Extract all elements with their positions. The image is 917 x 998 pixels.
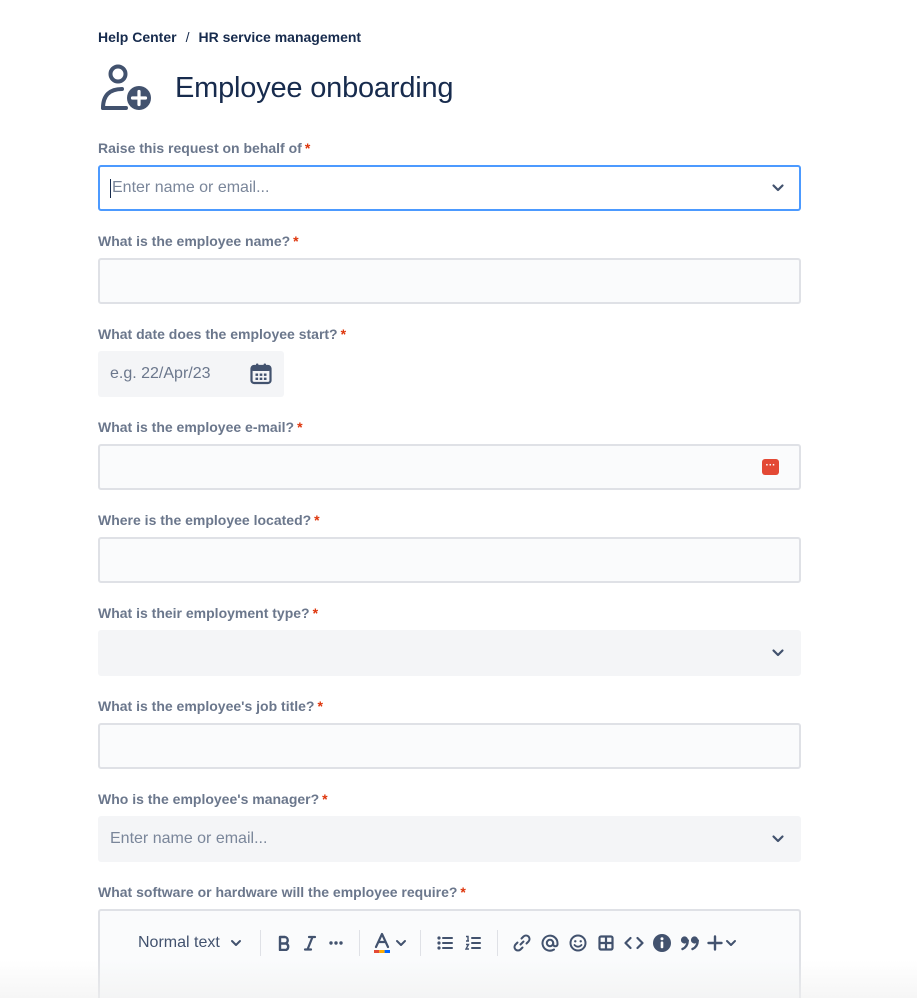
- breadcrumb-hr-service-management[interactable]: HR service management: [198, 29, 361, 45]
- breadcrumb-separator: /: [185, 29, 190, 45]
- bullet-list-icon: [437, 936, 453, 950]
- insert-more-button[interactable]: [704, 929, 740, 957]
- required-marker: *: [314, 512, 320, 528]
- required-marker: *: [317, 698, 323, 714]
- code-snippet-button[interactable]: [620, 929, 648, 957]
- manager-select[interactable]: Enter name or email...: [98, 816, 801, 862]
- label-text: Raise this request on behalf of: [98, 140, 302, 156]
- job-title-input[interactable]: [98, 723, 801, 769]
- italic-icon: [303, 935, 316, 951]
- label-text: What is the employee's job title?: [98, 698, 315, 714]
- calendar-icon[interactable]: [250, 363, 272, 385]
- toolbar-divider: [419, 930, 421, 956]
- required-marker: *: [304, 140, 311, 156]
- page-title: Employee onboarding: [175, 71, 454, 104]
- bullet-list-button[interactable]: [431, 929, 459, 957]
- emoji-button[interactable]: [564, 929, 592, 957]
- code-icon: [624, 936, 644, 950]
- employment-type-select[interactable]: [98, 630, 801, 676]
- field-label: What is the employee e-mail? *: [98, 418, 801, 436]
- bold-icon: [278, 935, 290, 951]
- chevron-down-icon: [725, 940, 736, 946]
- on-behalf-of-select[interactable]: Enter name or email...: [98, 165, 801, 211]
- field-software-hardware: What software or hardware will the emplo…: [98, 883, 801, 998]
- field-label: What is their employment type? *: [98, 604, 801, 622]
- label-text: What is the employee e-mail?: [98, 419, 295, 435]
- employee-location-input[interactable]: [98, 537, 801, 583]
- plus-icon: [707, 935, 723, 951]
- text-color-icon: [373, 932, 390, 953]
- employee-email-input[interactable]: ···: [98, 444, 801, 490]
- field-label: Who is the employee's manager? *: [98, 790, 801, 808]
- field-label: What date does the employee start? *: [98, 325, 801, 343]
- text-style-dropdown[interactable]: Normal text: [138, 934, 242, 952]
- field-employee-name: What is the employee name? *: [98, 232, 801, 304]
- text-caret: [110, 178, 111, 198]
- toolbar-divider: [496, 930, 498, 956]
- label-text: What is the employee name?: [98, 233, 291, 249]
- table-button[interactable]: [592, 929, 620, 957]
- required-marker: *: [322, 791, 328, 807]
- field-label: What software or hardware will the emplo…: [98, 883, 801, 901]
- mention-button[interactable]: [536, 929, 564, 957]
- more-icon: [329, 941, 343, 945]
- chevron-down-icon[interactable]: [771, 182, 785, 194]
- field-employee-email: What is the employee e-mail? * ···: [98, 418, 801, 490]
- chevron-down-icon: [230, 940, 241, 946]
- bold-button[interactable]: [271, 929, 297, 957]
- field-label: What is the employee name? *: [98, 232, 801, 250]
- numbered-list-button[interactable]: [459, 929, 487, 957]
- label-text: What is their employment type?: [98, 605, 310, 621]
- on-behalf-of-placeholder: Enter name or email...: [112, 179, 270, 196]
- employee-name-input[interactable]: [98, 258, 801, 304]
- link-button[interactable]: [508, 929, 536, 957]
- start-date-placeholder: e.g. 22/Apr/23: [110, 365, 211, 382]
- toolbar-divider: [259, 930, 261, 956]
- field-job-title: What is the employee's job title? *: [98, 697, 801, 769]
- required-marker: *: [297, 419, 303, 435]
- chevron-down-icon: [395, 940, 406, 946]
- editor-toolbar: Normal text: [138, 929, 740, 957]
- manager-placeholder: Enter name or email...: [110, 830, 268, 847]
- italic-button[interactable]: [297, 929, 323, 957]
- info-panel-button[interactable]: [648, 929, 676, 957]
- label-text: Where is the employee located?: [98, 512, 312, 528]
- field-label: Where is the employee located? *: [98, 511, 801, 529]
- text-color-button[interactable]: [370, 929, 410, 957]
- chevron-down-icon[interactable]: [771, 833, 785, 845]
- field-label: Raise this request on behalf of *: [98, 139, 801, 157]
- field-employment-type: What is their employment type? *: [98, 604, 801, 676]
- person-add-icon: [101, 64, 151, 110]
- numbered-list-icon: [464, 935, 481, 950]
- quote-icon: [680, 936, 699, 951]
- emoji-icon: [569, 934, 587, 952]
- field-start-date: What date does the employee start? * e.g.…: [98, 325, 801, 397]
- label-text: Who is the employee's manager?: [98, 791, 320, 807]
- chevron-down-icon[interactable]: [771, 647, 785, 659]
- info-icon: [652, 934, 671, 952]
- table-icon: [598, 935, 614, 951]
- quote-button[interactable]: [676, 929, 704, 957]
- mention-icon: [541, 934, 559, 952]
- required-marker: *: [312, 605, 319, 621]
- start-date-picker[interactable]: e.g. 22/Apr/23: [98, 351, 284, 397]
- required-marker: *: [293, 233, 299, 249]
- breadcrumb-help-center[interactable]: Help Center: [98, 29, 177, 45]
- field-label: What is the employee's job title? *: [98, 697, 801, 715]
- breadcrumb: Help Center / HR service management: [98, 29, 361, 45]
- required-marker: *: [340, 326, 347, 342]
- label-text: What software or hardware will the emplo…: [98, 884, 458, 900]
- toolbar-divider: [358, 930, 360, 956]
- field-employee-location: Where is the employee located? *: [98, 511, 801, 583]
- request-type-header: Employee onboarding: [98, 62, 454, 114]
- field-manager: Who is the employee's manager? * Enter na…: [98, 790, 801, 862]
- software-hardware-editor[interactable]: Normal text: [98, 909, 801, 998]
- password-manager-icon[interactable]: ···: [762, 459, 779, 475]
- label-text: What date does the employee start?: [98, 326, 338, 342]
- text-style-label: Normal text: [138, 934, 220, 951]
- required-marker: *: [460, 884, 466, 900]
- link-icon: [513, 934, 531, 952]
- field-on-behalf-of: Raise this request on behalf of * Enter n…: [98, 139, 801, 211]
- more-formatting-button[interactable]: [323, 929, 349, 957]
